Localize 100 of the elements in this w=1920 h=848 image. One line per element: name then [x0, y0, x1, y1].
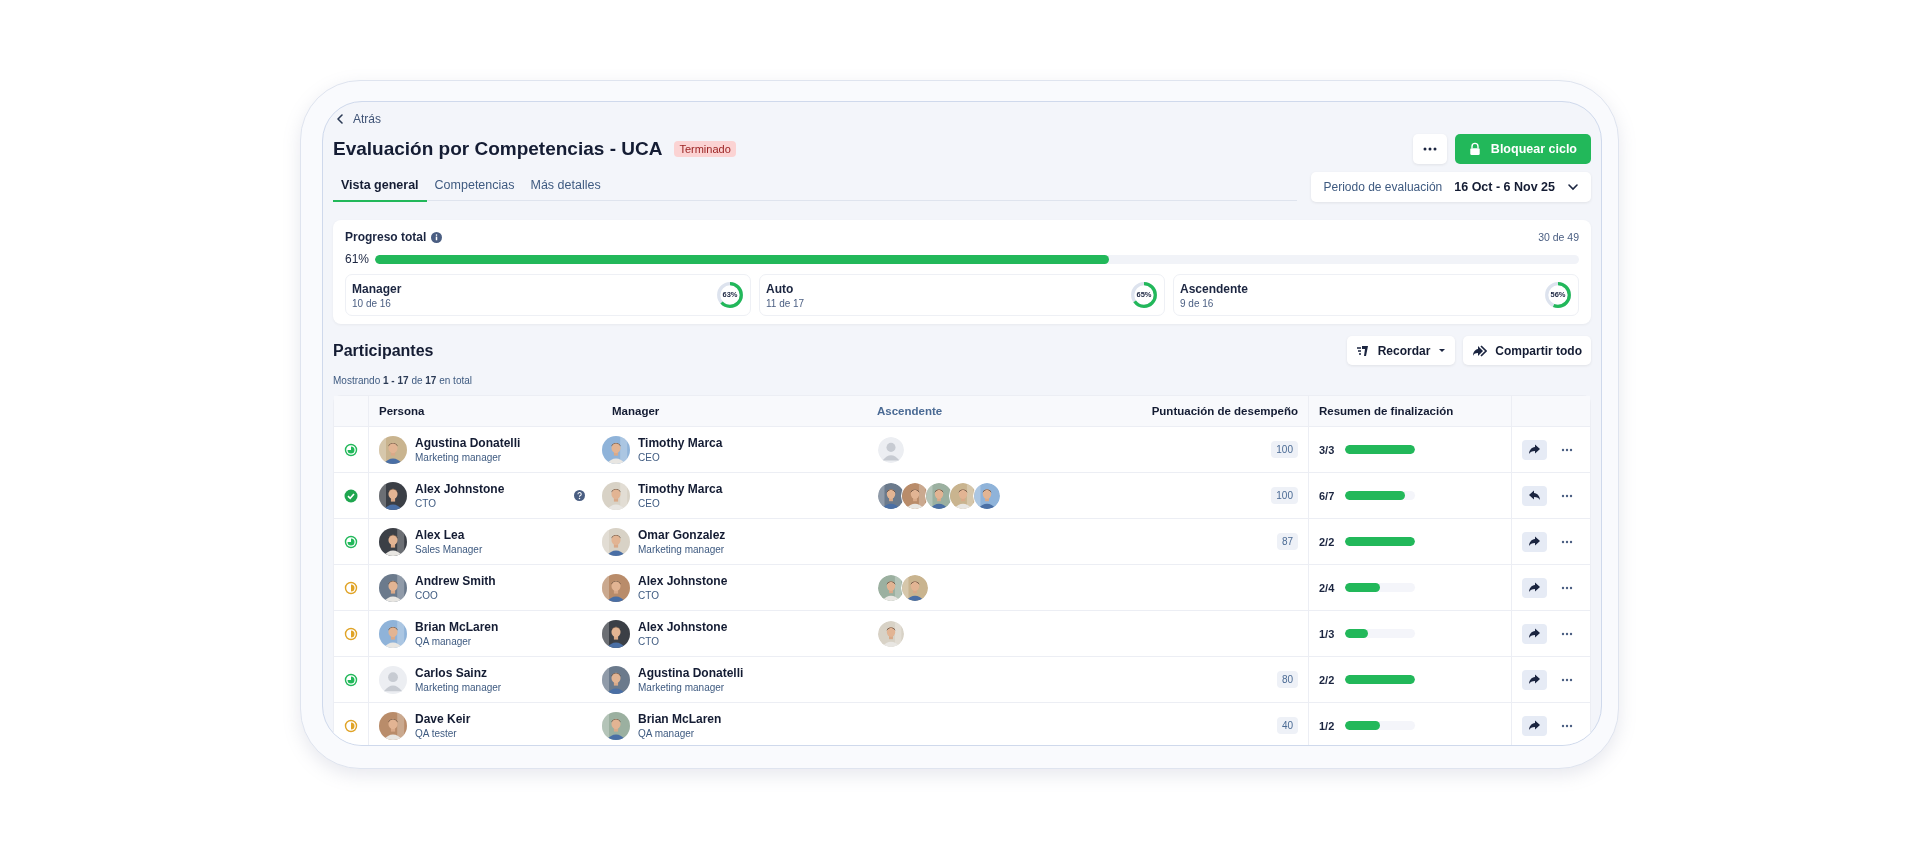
person-role: CEO [638, 498, 661, 509]
score-badge: 80 [1276, 671, 1298, 688]
avatar-placeholder-icon [379, 665, 407, 694]
more-button[interactable] [1561, 631, 1573, 636]
more-button[interactable] [1561, 677, 1573, 682]
person-role: COO [415, 590, 439, 601]
completion-count: 2/4 [1319, 581, 1336, 594]
more-icon [1561, 631, 1573, 636]
share-button[interactable] [1522, 623, 1547, 644]
person-role: CTO [638, 590, 660, 601]
score-badge: 100 [1271, 487, 1298, 504]
person-role: Marketing manager [415, 682, 502, 693]
completion-bar [1345, 675, 1415, 684]
more-button[interactable] [1561, 447, 1573, 452]
person-name: Agustina Donatelli [638, 666, 744, 680]
person-name: Alex Johnstone [638, 574, 728, 588]
period-dropdown[interactable]: Periodo de evaluación 16 Oct - 6 Nov 25 [1311, 172, 1591, 202]
share-button[interactable] [1522, 531, 1547, 552]
progress-percent: 61% [345, 252, 370, 266]
group-name: Manager [352, 281, 402, 296]
completion-count: 1/2 [1319, 719, 1336, 732]
more-icon [1561, 723, 1573, 728]
person-name: Dave Keir [415, 712, 471, 726]
person-name: Andrew Smith [415, 574, 496, 588]
half-circle-status-icon [344, 718, 358, 733]
person-name: Timothy Marca [638, 436, 723, 450]
avatar-placeholder-icon [877, 435, 905, 464]
more-button[interactable] [1561, 585, 1573, 590]
share-button[interactable] [1522, 669, 1547, 690]
share-button[interactable] [1522, 715, 1547, 736]
share-button[interactable] [1522, 577, 1547, 598]
reply-arrow-icon [1528, 490, 1541, 501]
caret-icon [1438, 348, 1447, 353]
forward-arrow-icon [1528, 582, 1541, 593]
person-role: Marketing manager [638, 682, 726, 693]
progress-count: 30 de 49 [1538, 231, 1579, 243]
forward-arrow-icon [1528, 444, 1541, 455]
progress-title: Progreso total [345, 230, 427, 244]
person-role: QA manager [638, 728, 696, 739]
completion-count: 2/2 [1319, 535, 1336, 548]
completion-bar [1345, 721, 1415, 730]
progress-status-icon [344, 672, 358, 687]
progress-status-icon [344, 442, 358, 457]
share-button[interactable] [1522, 485, 1547, 506]
completion-bar [1345, 537, 1415, 546]
forward-arrow-icon [1528, 720, 1541, 731]
person-name: Carlos Sainz [415, 666, 489, 680]
check-circle-icon [344, 488, 358, 503]
column-header[interactable]: Persona [379, 405, 425, 417]
score-badge: 40 [1276, 717, 1298, 734]
completion-bar [1345, 583, 1415, 592]
person-role: Sales Manager [415, 544, 483, 555]
tab[interactable]: Más detalles [522, 172, 609, 202]
more-icon [1561, 493, 1573, 498]
person-role: QA tester [415, 728, 458, 739]
completion-count: 2/2 [1319, 673, 1336, 686]
person-name: Brian McLaren [638, 712, 722, 726]
completion-count: 1/3 [1319, 627, 1336, 640]
info-icon [431, 231, 443, 243]
share-button[interactable] [1522, 439, 1547, 460]
group-count: 9 de 16 [1180, 297, 1215, 309]
person-name: Alex Johnstone [638, 620, 728, 634]
back-link[interactable]: Atrás [333, 112, 381, 126]
progress-status-icon [344, 534, 358, 549]
tab[interactable]: Competencias [426, 172, 523, 202]
results-summary: Mostrando 1 - 17 de 17 en total [333, 375, 473, 386]
person-role: Marketing manager [415, 452, 503, 463]
column-header[interactable]: Puntuación de desempeño [1151, 405, 1298, 417]
score-badge: 87 [1276, 533, 1298, 550]
tab[interactable]: Vista general [333, 172, 427, 202]
person-role: QA manager [415, 636, 473, 647]
completion-count: 3/3 [1319, 443, 1336, 456]
person-name: Omar Gonzalez [638, 528, 726, 542]
share-all-button[interactable]: Compartir todo [1463, 336, 1591, 365]
score-badge: 100 [1271, 441, 1298, 458]
person-role: Marketing manager [638, 544, 726, 555]
completion-bar [1345, 445, 1415, 454]
more-button[interactable] [1561, 723, 1573, 728]
more-icon [1561, 539, 1573, 544]
column-header[interactable]: Manager [612, 405, 660, 417]
person-role: CTO [638, 636, 660, 647]
remind-button[interactable]: Recordar [1346, 336, 1456, 365]
chevron-down-icon [1567, 181, 1579, 193]
share-icon [1472, 344, 1488, 357]
more-button[interactable] [1561, 493, 1573, 498]
group-count: 11 de 17 [766, 297, 805, 309]
column-header[interactable]: Ascendente [877, 405, 943, 417]
completion-bar [1345, 491, 1415, 500]
column-header[interactable]: Resumen de finalización [1319, 405, 1454, 417]
person-name: Brian McLaren [415, 620, 499, 634]
completion-count: 6/7 [1319, 489, 1336, 502]
section-title: Participantes [333, 341, 434, 360]
forward-arrow-icon [1528, 536, 1541, 547]
group-count: 10 de 16 [352, 297, 392, 309]
page-title: Evaluación por Competencias - UCA [333, 138, 663, 160]
more-icon [1561, 447, 1573, 452]
forward-arrow-icon [1528, 674, 1541, 685]
lock-icon [1468, 142, 1481, 156]
more-button[interactable] [1561, 539, 1573, 544]
half-circle-status-icon [344, 580, 358, 595]
